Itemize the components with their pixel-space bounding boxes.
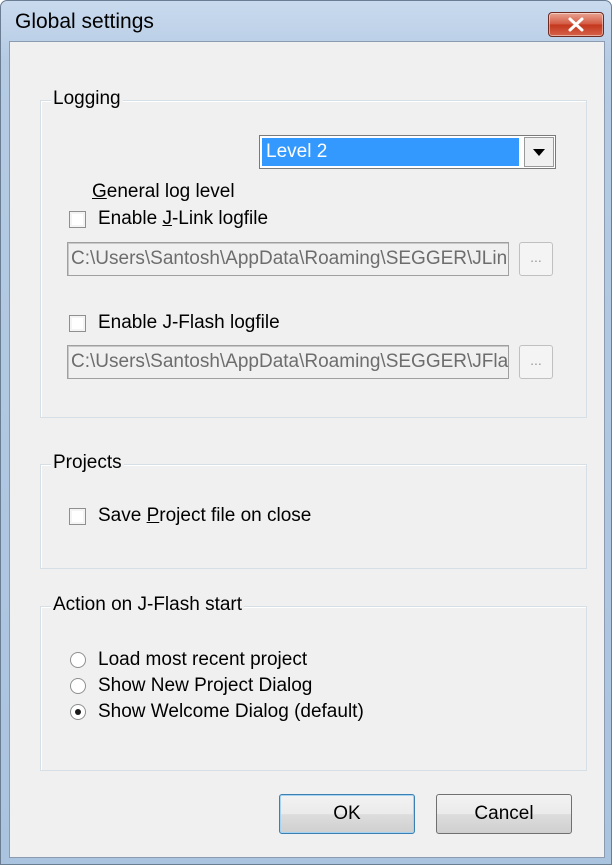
jflash-logfile-browse-button[interactable]: ... <box>519 345 553 379</box>
logging-group-label: Logging <box>51 88 123 110</box>
startup-option-new-project[interactable]: Show New Project Dialog <box>70 675 312 697</box>
jflash-logfile-checkbox-row[interactable]: Enable J-Flash logfile <box>69 312 280 334</box>
jlink-logfile-checkbox[interactable] <box>69 210 86 228</box>
new-project-dialog-label: Show New Project Dialog <box>98 675 313 696</box>
save-project-on-close-label: Save Project file on close <box>98 505 312 526</box>
window-title: Global settings <box>15 10 154 33</box>
log-level-select[interactable]: Level 2 <box>259 135 556 169</box>
log-level-label: General log level <box>92 181 235 202</box>
new-project-dialog-radio[interactable] <box>70 678 86 694</box>
jlink-logfile-browse-button[interactable]: ... <box>519 242 553 276</box>
close-icon <box>568 17 584 32</box>
log-level-dropdown-button[interactable] <box>524 137 554 167</box>
jflash-logfile-checkbox[interactable] <box>69 314 86 332</box>
title-bar[interactable]: Global settings <box>1 1 611 41</box>
jlink-logfile-label: Enable J-Link logfile <box>98 208 269 229</box>
jflash-logfile-label: Enable J-Flash logfile <box>98 312 280 333</box>
jlink-logfile-checkbox-row[interactable]: Enable J-Link logfile <box>69 208 268 230</box>
log-level-value: Level 2 <box>262 138 519 166</box>
welcome-dialog-label: Show Welcome Dialog (default) <box>98 701 364 722</box>
log-level-label-text: eneral log level <box>106 181 235 202</box>
global-settings-dialog: Global settings Logging General log leve… <box>0 0 612 865</box>
startup-option-welcome[interactable]: Show Welcome Dialog (default) <box>70 701 364 723</box>
dialog-client-area: Logging General log level Level 2 Enable… <box>9 41 605 858</box>
close-button[interactable] <box>548 12 604 37</box>
save-project-on-close-checkbox[interactable] <box>69 507 86 525</box>
load-recent-label: Load most recent project <box>98 649 308 670</box>
cancel-button[interactable]: Cancel <box>436 794 572 834</box>
jflash-logfile-path-field[interactable]: C:\Users\Santosh\AppData\Roaming\SEGGER\… <box>67 345 509 379</box>
chevron-down-icon <box>533 149 545 157</box>
startup-action-group-label: Action on J-Flash start <box>51 594 245 616</box>
save-project-checkbox-row[interactable]: Save Project file on close <box>69 505 311 527</box>
ok-button[interactable]: OK <box>279 794 415 834</box>
welcome-dialog-radio[interactable] <box>70 704 86 720</box>
startup-option-load-recent[interactable]: Load most recent project <box>70 649 307 671</box>
load-recent-radio[interactable] <box>70 652 86 668</box>
projects-group-label: Projects <box>51 452 124 474</box>
jlink-logfile-path-field[interactable]: C:\Users\Santosh\AppData\Roaming\SEGGER\… <box>67 242 509 276</box>
